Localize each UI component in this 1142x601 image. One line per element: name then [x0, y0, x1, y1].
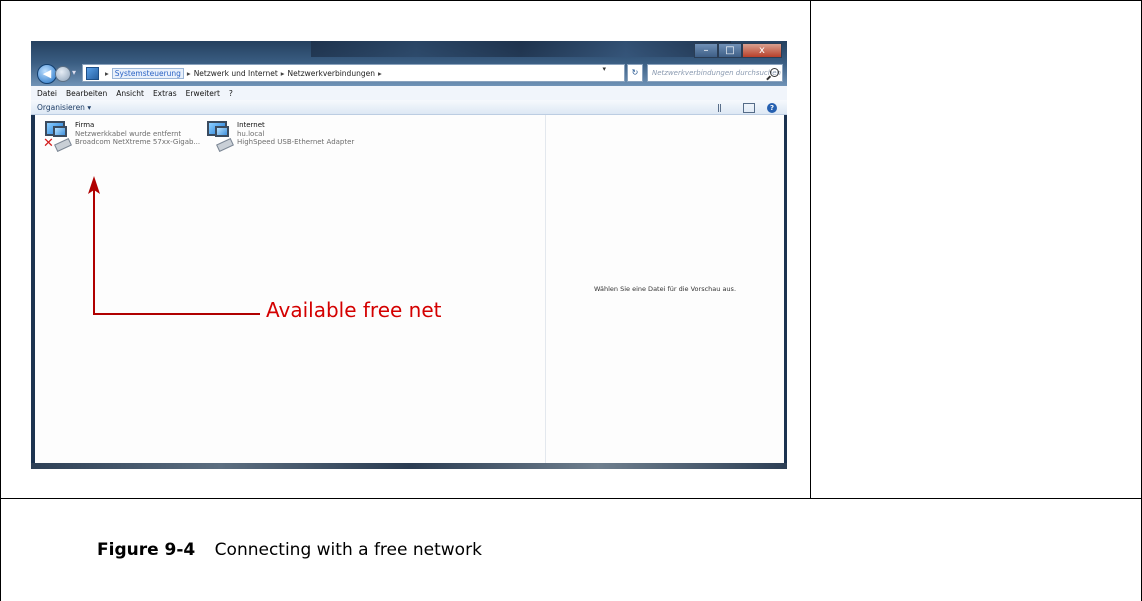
arrow-line	[93, 188, 260, 315]
annotation-label: Available free net	[266, 298, 442, 322]
annotation-arrow	[88, 176, 260, 315]
figure-number: Figure 9-4	[97, 540, 196, 560]
figure-caption: Figure 9-4 Connecting with a free networ…	[97, 540, 482, 560]
figure-title: Connecting with a free network	[214, 540, 482, 560]
